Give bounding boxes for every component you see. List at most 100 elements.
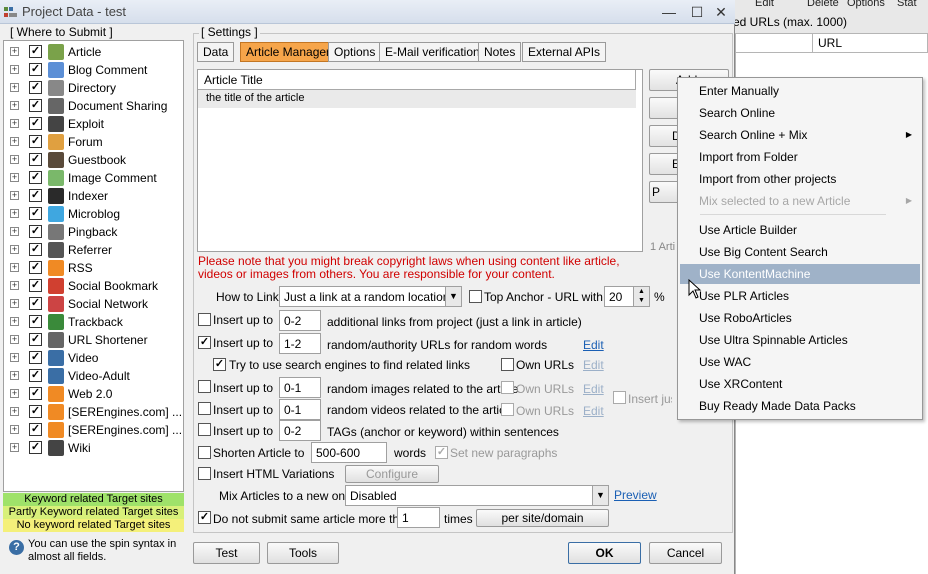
tree-item-checkbox[interactable]: ✓ bbox=[29, 279, 42, 292]
tree-item[interactable]: + ✓ Social Network bbox=[4, 295, 183, 313]
new-paragraphs-checkbox[interactable]: ✓ bbox=[435, 446, 448, 459]
images-input[interactable]: 0-1 bbox=[279, 377, 321, 398]
search-engines-checkbox[interactable]: ✓ bbox=[213, 358, 226, 371]
expand-icon[interactable]: + bbox=[10, 407, 19, 416]
top-anchor-percent-input[interactable]: 20 ▲ ▼ bbox=[604, 286, 650, 307]
tree-item[interactable]: + ✓ Wiki bbox=[4, 439, 183, 457]
expand-icon[interactable]: + bbox=[10, 245, 19, 254]
expand-icon[interactable]: + bbox=[10, 389, 19, 398]
cancel-button[interactable]: Cancel bbox=[649, 542, 722, 564]
tree-item-checkbox[interactable]: ✓ bbox=[29, 153, 42, 166]
bg-menu-edit[interactable]: Edit bbox=[755, 0, 774, 9]
bg-column-url[interactable]: URL bbox=[818, 36, 842, 50]
shorten-input[interactable]: 500-600 bbox=[311, 442, 387, 463]
own-urls-videos-checkbox[interactable] bbox=[501, 403, 514, 416]
own-urls-links-checkbox[interactable] bbox=[501, 358, 514, 371]
article-row[interactable]: the title of the article bbox=[198, 90, 636, 108]
tree-item-checkbox[interactable]: ✓ bbox=[29, 243, 42, 256]
expand-icon[interactable]: + bbox=[10, 155, 19, 164]
tree-item-checkbox[interactable]: ✓ bbox=[29, 189, 42, 202]
menu-item[interactable]: Import from other projects bbox=[680, 169, 920, 189]
expand-icon[interactable]: + bbox=[10, 227, 19, 236]
tree-item[interactable]: + ✓ Guestbook bbox=[4, 151, 183, 169]
expand-icon[interactable]: + bbox=[10, 119, 19, 128]
insert-just-checkbox[interactable] bbox=[613, 391, 626, 404]
menu-item[interactable]: Search Online + Mix ▶ bbox=[680, 125, 920, 145]
tree-item[interactable]: + ✓ URL Shortener bbox=[4, 331, 183, 349]
same-article-input[interactable]: 1 bbox=[397, 507, 440, 528]
tree-item[interactable]: + ✓ Document Sharing bbox=[4, 97, 183, 115]
tree-item[interactable]: + ✓ Video-Adult bbox=[4, 367, 183, 385]
article-title-column[interactable]: Article Title bbox=[198, 70, 636, 90]
preview-link[interactable]: Preview bbox=[614, 488, 657, 502]
videos-checkbox[interactable] bbox=[198, 402, 211, 415]
same-article-checkbox[interactable]: ✓ bbox=[198, 511, 211, 524]
tree-item[interactable]: + ✓ Social Bookmark bbox=[4, 277, 183, 295]
tab-external-apis[interactable]: External APIs bbox=[522, 42, 607, 62]
tree-item-checkbox[interactable]: ✓ bbox=[29, 441, 42, 454]
menu-item[interactable]: Search Online bbox=[680, 103, 920, 123]
menu-item[interactable]: Enter Manually bbox=[680, 81, 920, 101]
tree-item-checkbox[interactable]: ✓ bbox=[29, 171, 42, 184]
tree-item-checkbox[interactable]: ✓ bbox=[29, 297, 42, 310]
own-urls-images-checkbox[interactable] bbox=[501, 381, 514, 394]
tags-checkbox[interactable] bbox=[198, 423, 211, 436]
menu-item[interactable]: Buy Ready Made Data Packs bbox=[680, 396, 920, 416]
per-site-domain-button[interactable]: per site/domain bbox=[476, 509, 609, 527]
authority-edit-link[interactable]: Edit bbox=[583, 338, 604, 352]
tree-item-checkbox[interactable]: ✓ bbox=[29, 405, 42, 418]
close-button[interactable]: ✕ bbox=[707, 2, 735, 22]
tree-item-checkbox[interactable]: ✓ bbox=[29, 261, 42, 274]
expand-icon[interactable]: + bbox=[10, 137, 19, 146]
additional-links-input[interactable]: 0-2 bbox=[279, 310, 321, 331]
tree-item-checkbox[interactable]: ✓ bbox=[29, 207, 42, 220]
expand-icon[interactable]: + bbox=[10, 281, 19, 290]
expand-icon[interactable]: + bbox=[10, 425, 19, 434]
tree-item-checkbox[interactable]: ✓ bbox=[29, 99, 42, 112]
tree-item-checkbox[interactable]: ✓ bbox=[29, 333, 42, 346]
expand-icon[interactable]: + bbox=[10, 191, 19, 200]
expand-icon[interactable]: + bbox=[10, 299, 19, 308]
tree-item-checkbox[interactable]: ✓ bbox=[29, 117, 42, 130]
expand-icon[interactable]: + bbox=[10, 101, 19, 110]
menu-item[interactable]: Use XRContent bbox=[680, 374, 920, 394]
tools-button[interactable]: Tools bbox=[267, 542, 339, 564]
expand-icon[interactable]: + bbox=[10, 317, 19, 326]
ok-button[interactable]: OK bbox=[568, 542, 641, 564]
tree-item[interactable]: + ✓ Pingback bbox=[4, 223, 183, 241]
authority-urls-checkbox[interactable]: ✓ bbox=[198, 336, 211, 349]
expand-icon[interactable]: + bbox=[10, 443, 19, 452]
own-urls-links-edit[interactable]: Edit bbox=[583, 358, 604, 372]
tab-options[interactable]: Options bbox=[328, 42, 382, 62]
authority-urls-input[interactable]: 1-2 bbox=[279, 333, 321, 354]
own-urls-images-edit[interactable]: Edit bbox=[583, 382, 604, 396]
html-variations-checkbox[interactable] bbox=[198, 467, 211, 480]
tree-item[interactable]: + ✓ Referrer bbox=[4, 241, 183, 259]
shorten-checkbox[interactable] bbox=[198, 446, 211, 459]
tree-item[interactable]: + ✓ Directory bbox=[4, 79, 183, 97]
expand-icon[interactable]: + bbox=[10, 83, 19, 92]
tree-item[interactable]: + ✓ Microblog bbox=[4, 205, 183, 223]
mix-articles-select[interactable]: Disabled ▼ bbox=[345, 485, 609, 506]
videos-input[interactable]: 0-1 bbox=[279, 399, 321, 420]
tree-item[interactable]: + ✓ Indexer bbox=[4, 187, 183, 205]
platform-tree[interactable]: + ✓ Article + ✓ Blog Comment + ✓ Directory + ✓ Docu… bbox=[3, 40, 184, 492]
tree-item[interactable]: + ✓ Video bbox=[4, 349, 183, 367]
tree-item[interactable]: + ✓ Article bbox=[4, 43, 183, 61]
expand-icon[interactable]: + bbox=[10, 335, 19, 344]
minimize-button[interactable]: — bbox=[655, 2, 683, 22]
tree-item[interactable]: + ✓ Exploit bbox=[4, 115, 183, 133]
tree-item-checkbox[interactable]: ✓ bbox=[29, 423, 42, 436]
expand-icon[interactable]: + bbox=[10, 263, 19, 272]
expand-icon[interactable]: + bbox=[10, 209, 19, 218]
tree-item[interactable]: + ✓ Image Comment bbox=[4, 169, 183, 187]
test-button[interactable]: Test bbox=[193, 542, 260, 564]
tree-item-checkbox[interactable]: ✓ bbox=[29, 387, 42, 400]
expand-icon[interactable]: + bbox=[10, 353, 19, 362]
tags-input[interactable]: 0-2 bbox=[279, 420, 321, 441]
tree-item[interactable]: + ✓ Forum bbox=[4, 133, 183, 151]
tree-item-checkbox[interactable]: ✓ bbox=[29, 81, 42, 94]
configure-button[interactable]: Configure bbox=[345, 465, 439, 483]
tree-item[interactable]: + ✓ Trackback bbox=[4, 313, 183, 331]
menu-item[interactable]: Use RoboArticles bbox=[680, 308, 920, 328]
